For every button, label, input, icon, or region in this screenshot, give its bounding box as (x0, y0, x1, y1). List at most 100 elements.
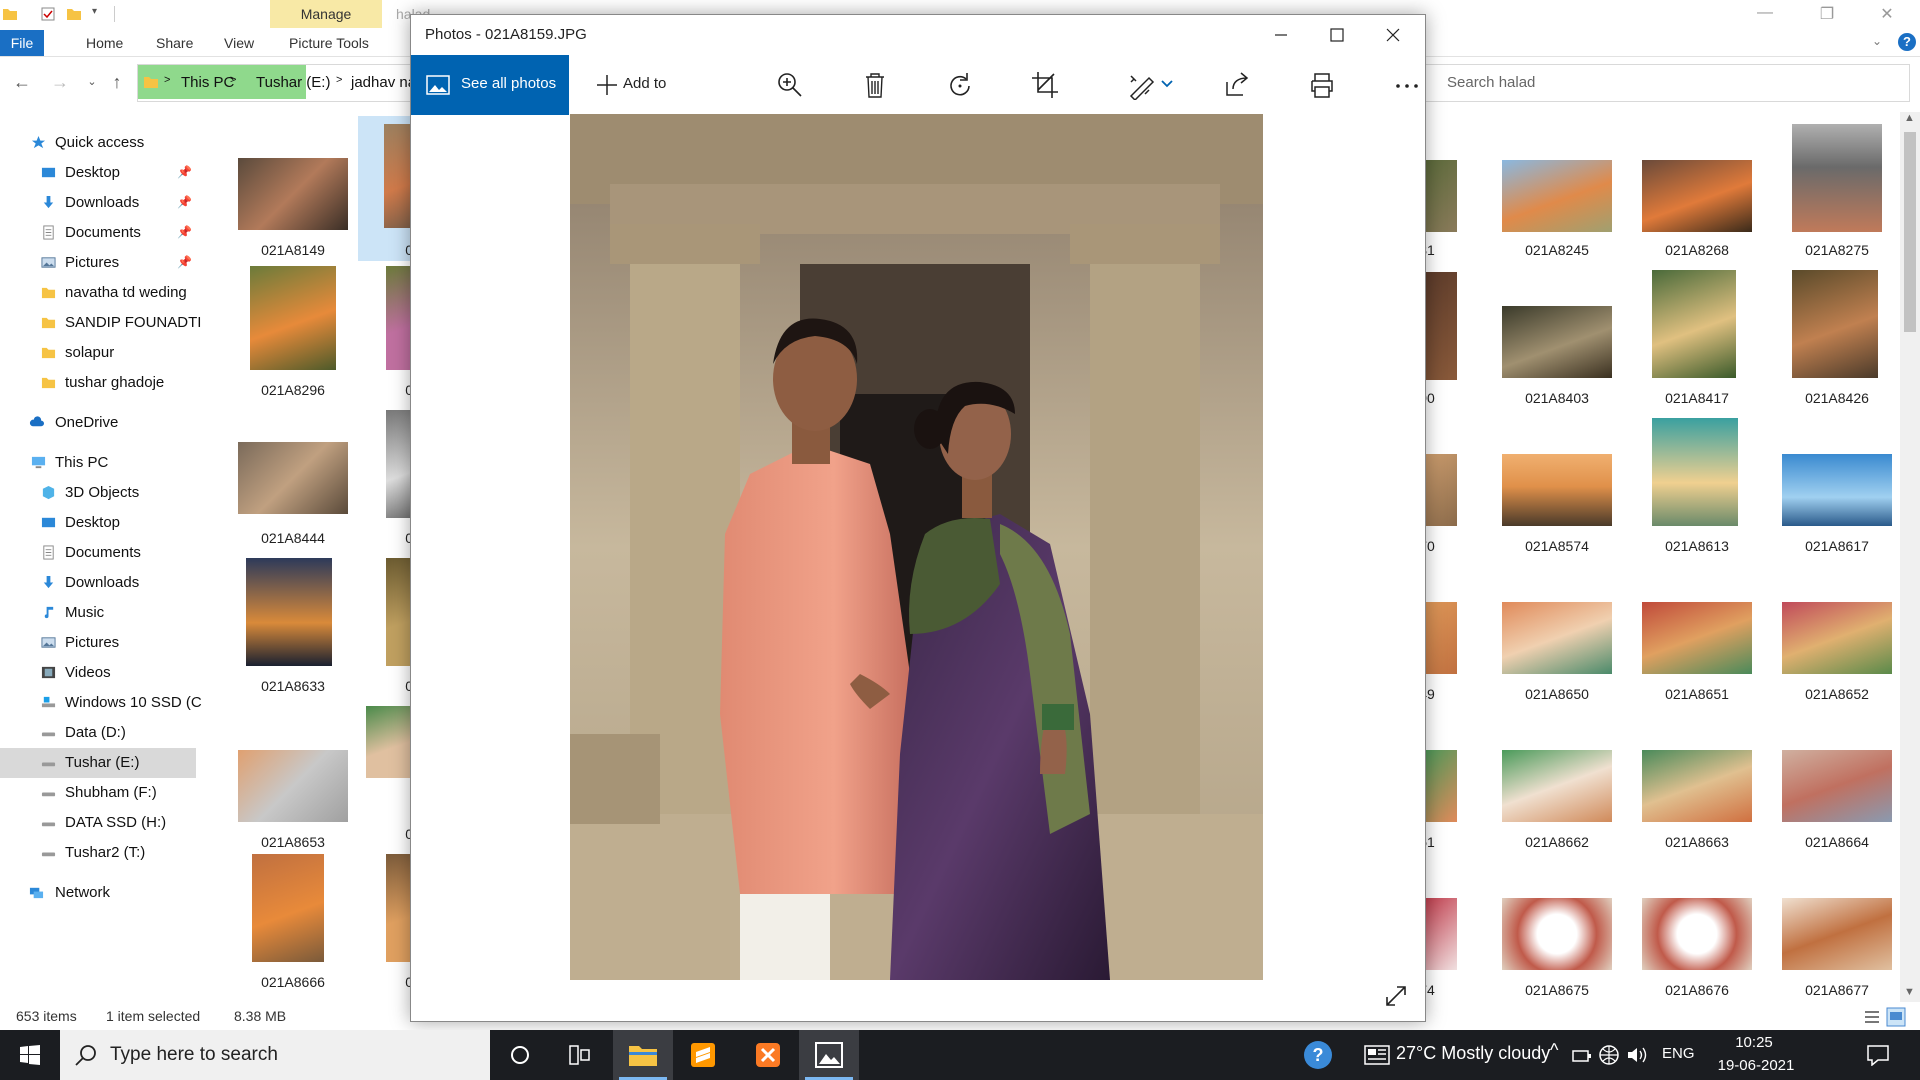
start-button[interactable] (0, 1030, 60, 1080)
get-help-icon[interactable]: ? (1304, 1041, 1332, 1069)
more-icon[interactable] (1392, 70, 1422, 100)
language-indicator[interactable]: ENG (1662, 1045, 1695, 1062)
list-item[interactable]: 021A8653 (218, 704, 358, 850)
list-item[interactable]: 021A8444 (218, 408, 358, 553)
tab-picture-tools[interactable]: Picture Tools (277, 30, 381, 56)
list-item[interactable]: 021A8662 (1482, 704, 1622, 850)
list-item[interactable]: 021A8633 (218, 556, 358, 701)
close-icon[interactable] (1373, 23, 1413, 47)
scroll-down-icon[interactable]: ▼ (1904, 986, 1915, 998)
displayed-photo[interactable] (570, 114, 1263, 980)
zoom-icon[interactable] (775, 70, 805, 100)
up-icon[interactable]: ↑ (107, 72, 127, 92)
notifications-icon[interactable] (1866, 1044, 1890, 1066)
sidebar-item-desktop[interactable]: Desktop (0, 508, 196, 538)
sidebar-item-this-pc[interactable]: This PC (0, 448, 196, 478)
battery-icon[interactable] (1572, 1046, 1592, 1064)
maximize-icon[interactable] (1317, 23, 1357, 47)
sidebar-item-quick-access[interactable]: Quick access (0, 128, 196, 158)
sidebar-item-folder[interactable]: SANDIP FOUNADTI (0, 308, 201, 338)
list-item[interactable]: 021A8675 (1482, 852, 1622, 998)
sidebar-item-videos[interactable]: Videos (0, 658, 196, 688)
sidebar-item-folder[interactable]: tushar ghadoje (0, 368, 196, 398)
minimize-icon[interactable] (1261, 23, 1301, 47)
folder-icon[interactable] (2, 6, 18, 22)
clock-date[interactable]: 19-06-2021 (1713, 1057, 1799, 1074)
close-icon[interactable]: ✕ (1872, 4, 1902, 26)
sidebar-item-pictures[interactable]: Pictures (0, 628, 196, 658)
pin-icon[interactable]: 📌 (177, 225, 192, 239)
manage-tab[interactable]: Manage (270, 0, 382, 28)
pin-icon[interactable]: 📌 (177, 165, 192, 179)
minimize-icon[interactable]: — (1750, 4, 1780, 26)
scrollbar-thumb[interactable] (1904, 132, 1916, 332)
tab-file[interactable]: File (0, 30, 44, 56)
list-item[interactable]: 021A8676 (1622, 852, 1762, 998)
breadcrumb-drive[interactable]: Tushar (E:) (256, 74, 330, 91)
sidebar-item-drive-c[interactable]: Windows 10 SSD (C (0, 688, 202, 718)
list-item[interactable]: 021A8663 (1622, 704, 1762, 850)
sidebar-item-drive-d[interactable]: Data (D:) (0, 718, 196, 748)
pin-icon[interactable]: 📌 (177, 195, 192, 209)
sidebar-item-downloads[interactable]: Downloads (0, 568, 196, 598)
chevron-down-icon[interactable] (1161, 79, 1173, 89)
list-item[interactable]: 021A8652 (1762, 556, 1902, 702)
tab-view[interactable]: View (212, 30, 266, 56)
taskbar-app-xampp[interactable] (738, 1030, 798, 1080)
recent-locations-icon[interactable]: ⌄ (82, 72, 102, 92)
sidebar-item-folder[interactable]: solapur (0, 338, 196, 368)
share-icon[interactable] (1221, 70, 1251, 100)
weather-status[interactable]: 27°C Mostly cloudy (1396, 1043, 1550, 1064)
details-view-icon[interactable] (1862, 1007, 1882, 1027)
forward-icon[interactable]: → (50, 72, 70, 92)
add-to-button[interactable]: Add to (587, 55, 707, 115)
taskbar-app-file-explorer[interactable] (613, 1030, 673, 1080)
rotate-icon[interactable] (945, 70, 975, 100)
list-item[interactable]: 021A8426 (1762, 260, 1902, 406)
address-bar[interactable]: > This PC > Tushar (E:) > jadhav na (137, 64, 439, 102)
news-weather-icon[interactable] (1364, 1045, 1390, 1065)
fullscreen-icon[interactable] (1381, 981, 1411, 1011)
taskbar-app-sublime[interactable] (673, 1030, 733, 1080)
pin-icon[interactable]: 📌 (177, 255, 192, 269)
list-item[interactable]: 021A8613 (1622, 408, 1762, 554)
edit-icon[interactable] (1127, 70, 1157, 100)
scroll-up-icon[interactable]: ▲ (1904, 112, 1915, 124)
list-item[interactable]: 021A8417 (1622, 260, 1762, 406)
sidebar-item-drive-e[interactable]: Tushar (E:) (0, 748, 196, 778)
tab-share[interactable]: Share (144, 30, 205, 56)
list-item[interactable]: 021A8664 (1762, 704, 1902, 850)
list-item[interactable]: 021A8666 (218, 852, 358, 997)
sidebar-item-drive-f[interactable]: Shubham (F:) (0, 778, 196, 808)
sidebar-item-folder[interactable]: navatha td weding (0, 278, 196, 308)
sidebar-item-documents[interactable]: Documents 📌 (0, 218, 196, 248)
list-item[interactable]: 021A8149 (218, 112, 358, 258)
list-item[interactable]: 021A8650 (1482, 556, 1622, 702)
show-hidden-icons-icon[interactable]: ^ (1550, 1040, 1558, 1061)
clock-time[interactable]: 10:25 (1724, 1034, 1784, 1051)
back-icon[interactable]: ← (12, 72, 32, 92)
sidebar-item-pictures[interactable]: Pictures 📌 (0, 248, 196, 278)
print-icon[interactable] (1307, 70, 1337, 100)
list-item[interactable]: 021A8574 (1482, 408, 1622, 554)
sidebar-item-downloads[interactable]: Downloads 📌 (0, 188, 196, 218)
sidebar-item-documents[interactable]: Documents (0, 538, 196, 568)
customize-qat-icon[interactable]: ▾ (92, 6, 108, 22)
list-item[interactable]: 021A8677 (1762, 852, 1902, 998)
delete-icon[interactable] (860, 70, 890, 100)
sidebar-item-drive-h[interactable]: DATA SSD (H:) (0, 808, 196, 838)
list-item[interactable]: 021A8275 (1762, 112, 1902, 258)
breadcrumb-folder[interactable]: jadhav na (351, 74, 416, 91)
properties-icon[interactable] (40, 6, 56, 22)
see-all-photos-button[interactable]: See all photos (411, 55, 569, 115)
sidebar-item-network[interactable]: Network (0, 878, 196, 908)
list-item[interactable]: 021A8617 (1762, 408, 1902, 554)
restore-icon[interactable]: ❐ (1812, 4, 1842, 26)
task-view-button[interactable] (550, 1030, 610, 1080)
list-item[interactable]: 021A8268 (1622, 112, 1762, 258)
list-item[interactable]: 021A8403 (1482, 260, 1622, 406)
ribbon-expand-icon[interactable]: ⌄ (1872, 34, 1882, 48)
list-item[interactable]: 021A8245 (1482, 112, 1622, 258)
list-item[interactable]: 021A8651 (1622, 556, 1762, 702)
help-icon[interactable]: ? (1898, 33, 1916, 51)
